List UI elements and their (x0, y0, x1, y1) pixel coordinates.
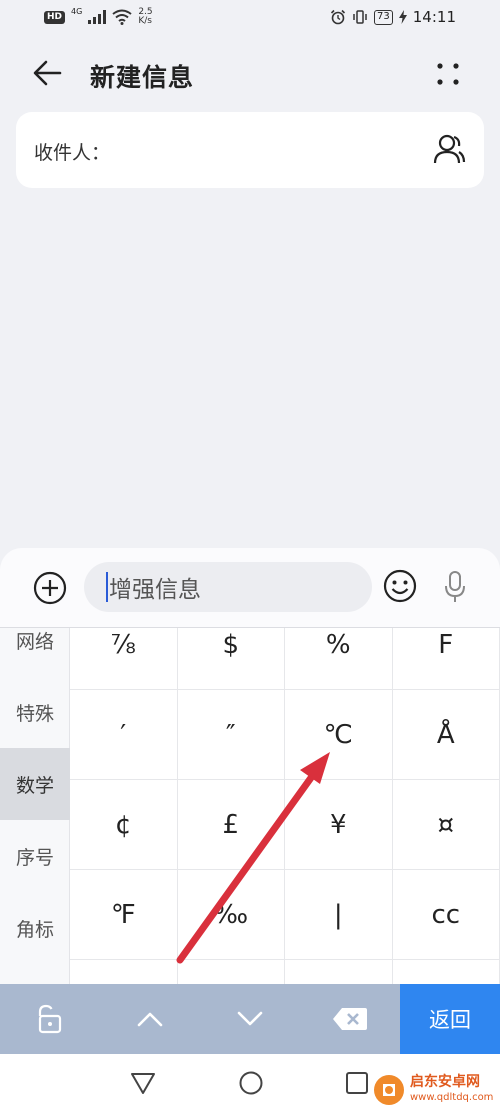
category-math[interactable]: 数学 (0, 748, 70, 820)
symbol-key[interactable]: ″ (177, 690, 285, 780)
charging-icon (398, 10, 407, 24)
vibrate-icon (353, 10, 367, 24)
symbol-key-partial[interactable] (178, 960, 285, 984)
hd-badge: HD (44, 10, 66, 24)
microphone-icon[interactable] (440, 566, 470, 606)
symbol-key[interactable]: ℉ (70, 870, 178, 960)
contacts-icon[interactable] (432, 132, 466, 166)
category-label: 数学 (15, 774, 54, 797)
category-label: 网络 (15, 630, 54, 653)
symbol-key[interactable]: cc (392, 870, 500, 960)
lock-button[interactable] (0, 984, 100, 1054)
symbol-key[interactable]: £ (177, 780, 285, 870)
speed-unit: K/s (138, 16, 152, 26)
status-left: HD 4G 2.5 K/s (44, 6, 153, 26)
chevron-up-icon (137, 1012, 163, 1027)
status-bar: HD 4G 2.5 K/s 73 14:11 (0, 0, 500, 34)
symbol-key[interactable]: ‰ (177, 870, 285, 960)
scroll-up-button[interactable] (100, 984, 200, 1054)
category-label: 特殊 (15, 702, 54, 725)
symbol-key-grid: ⅞ $ % F ′ ″ ℃ Å ¢ £ ¥ ¤ ℉ ‰ | cc (70, 628, 500, 984)
watermark-logo-icon (374, 1074, 404, 1105)
category-label: 角标 (15, 918, 54, 941)
symbol-key[interactable]: $ (177, 628, 285, 690)
category-subscript[interactable]: 角标 (0, 892, 70, 964)
message-placeholder: 增强信息 (109, 577, 201, 603)
symbol-key[interactable]: Å (392, 690, 500, 780)
more-options-icon[interactable] (434, 60, 462, 88)
backspace-button[interactable] (300, 984, 400, 1054)
symbol-key-partial[interactable] (70, 960, 178, 984)
symbol-key[interactable]: ¤ (392, 780, 500, 870)
symbol-key[interactable]: % (285, 628, 393, 690)
unlock-icon (38, 1004, 62, 1034)
symbol-key[interactable]: ℃ (285, 690, 393, 780)
nav-home-icon[interactable] (238, 1070, 264, 1096)
symbol-key-partial[interactable] (393, 960, 500, 984)
backspace-icon (333, 1008, 367, 1030)
nav-recents-icon[interactable] (344, 1070, 370, 1096)
recipient-label: 收件人： (34, 142, 111, 164)
category-special[interactable]: 特殊 (0, 676, 70, 748)
status-right: 73 14:11 (330, 8, 456, 26)
watermark-name: 启东安卓网 (410, 1073, 480, 1090)
emoji-icon[interactable] (382, 568, 418, 604)
symbol-key[interactable]: ′ (70, 690, 178, 780)
alarm-icon (330, 9, 346, 25)
keyboard-action-bar: 返回 (0, 984, 500, 1054)
wifi-icon (112, 9, 132, 25)
symbol-key-partial[interactable] (285, 960, 393, 984)
scroll-down-button[interactable] (200, 984, 300, 1054)
back-arrow-icon[interactable] (30, 56, 66, 90)
page-title: 新建信息 (90, 63, 195, 92)
symbol-category-list: 网络 特殊 数学 序号 角标 (0, 628, 70, 984)
signal-type: 4G (71, 6, 83, 16)
compose-bar: 增强信息 (0, 548, 500, 628)
watermark: 启东安卓网 www.qdltdq.com (372, 1068, 500, 1111)
watermark-url: www.qdltdq.com (410, 1091, 494, 1103)
battery-indicator: 73 (374, 9, 393, 25)
category-ordinal[interactable]: 序号 (0, 820, 70, 892)
chevron-down-icon (237, 1011, 263, 1026)
watermark-text: 启东安卓网 www.qdltdq.com (410, 1073, 494, 1105)
network-speed: 2.5 K/s (138, 8, 152, 26)
clock: 14:11 (412, 8, 456, 26)
return-button[interactable]: 返回 (400, 984, 500, 1054)
text-cursor (106, 572, 108, 602)
symbol-key[interactable]: F (392, 628, 500, 690)
symbol-keyboard: 网络 特殊 数学 序号 角标 ⅞ $ % F ′ ″ ℃ Å ¢ £ ¥ ¤ ℉… (0, 628, 500, 984)
add-attachment-icon[interactable] (32, 570, 68, 606)
symbol-key[interactable]: ⅞ (70, 628, 178, 690)
symbol-key[interactable]: ¢ (70, 780, 178, 870)
category-network[interactable]: 网络 (0, 628, 70, 676)
category-label: 序号 (15, 846, 54, 869)
nav-back-icon[interactable] (130, 1070, 156, 1096)
signal-icon (88, 10, 107, 24)
message-input[interactable]: 增强信息 (84, 562, 372, 612)
symbol-key[interactable]: | (285, 870, 393, 960)
symbol-key[interactable]: ¥ (285, 780, 393, 870)
recipient-field[interactable]: 收件人： (16, 112, 484, 188)
app-header: 新建信息 (0, 46, 500, 100)
